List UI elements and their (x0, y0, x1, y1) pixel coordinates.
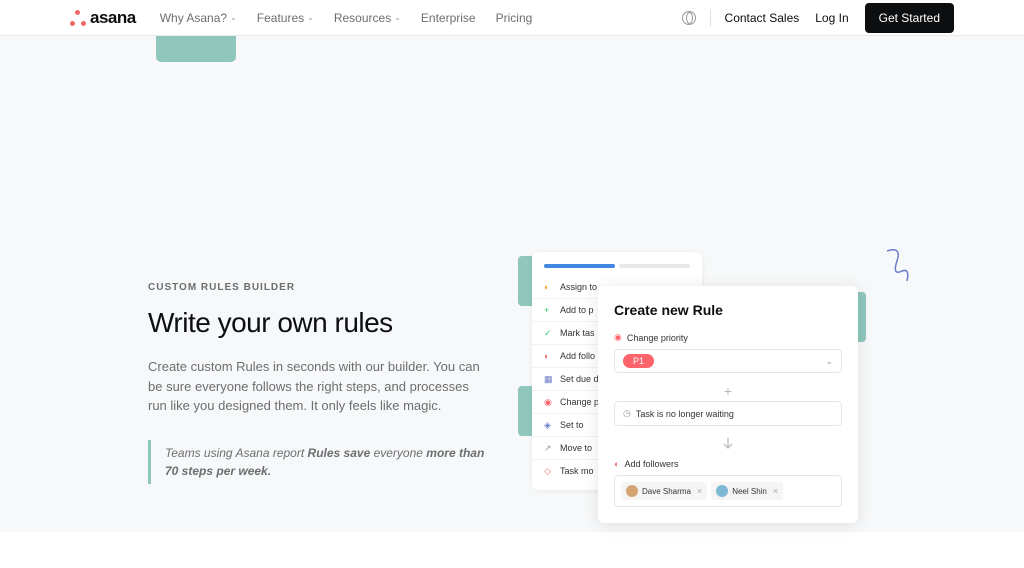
user-icon: ◐ (544, 351, 554, 361)
chevron-down-icon: ⌄ (394, 13, 401, 22)
calendar-icon: ▦ (544, 374, 554, 384)
priority-dropdown[interactable]: P1 ⌄ (614, 349, 842, 373)
condition-box[interactable]: ◷Task is no longer waiting (614, 401, 842, 426)
remove-icon[interactable]: × (773, 486, 778, 496)
eyebrow-text: CUSTOM RULES BUILDER (148, 282, 488, 293)
clock-icon: ◷ (623, 408, 631, 419)
main-nav: Why Asana?⌄ Features⌄ Resources⌄ Enterpr… (160, 11, 533, 25)
flow-arrow-icon (614, 436, 842, 455)
priority-pill: P1 (623, 354, 654, 368)
nav-pricing[interactable]: Pricing (496, 11, 533, 25)
remove-icon[interactable]: × (697, 486, 702, 496)
login-link[interactable]: Log In (815, 11, 848, 25)
rules-illustration: ◐Assign to +Add to p ✓Mark tas ◐Add foll… (522, 216, 1002, 568)
field-label: ◉Change priority (614, 332, 842, 343)
tab-active[interactable] (544, 264, 615, 268)
logo-text: asana (90, 8, 136, 28)
squiggle-icon (882, 246, 912, 286)
move-icon: ↗ (544, 443, 554, 453)
nav-features[interactable]: Features⌄ (257, 11, 314, 25)
nav-enterprise[interactable]: Enterprise (421, 11, 476, 25)
user-chip[interactable]: Neel Shin× (711, 482, 783, 500)
check-icon: ✓ (544, 328, 554, 338)
chevron-down-icon: ⌄ (307, 13, 314, 22)
panel-title: Create new Rule (614, 302, 842, 318)
get-started-button[interactable]: Get Started (865, 3, 954, 33)
nav-resources[interactable]: Resources⌄ (334, 11, 401, 25)
user-icon: ◐ (614, 459, 619, 469)
globe-icon[interactable] (682, 11, 696, 25)
testimonial-quote: Teams using Asana report Rules save ever… (148, 440, 488, 484)
chevron-down-icon: ⌄ (230, 13, 237, 22)
avatar (626, 485, 638, 497)
avatar (716, 485, 728, 497)
page-heading: Write your own rules (148, 307, 488, 339)
tag-icon: ◈ (544, 420, 554, 430)
content-block: CUSTOM RULES BUILDER Write your own rule… (148, 282, 488, 484)
logo[interactable]: asana (70, 8, 136, 28)
contact-sales-link[interactable]: Contact Sales (725, 11, 800, 25)
body-text: Create custom Rules in seconds with our … (148, 357, 488, 416)
logo-icon (70, 10, 86, 26)
comment-icon: ◇ (544, 466, 554, 476)
tab-bar (532, 260, 702, 276)
nav-why-asana[interactable]: Why Asana?⌄ (160, 11, 237, 25)
chevron-down-icon: ⌄ (825, 356, 833, 367)
user-chip[interactable]: Dave Sharma× (621, 482, 707, 500)
priority-icon: ◉ (544, 397, 554, 407)
priority-icon: ◉ (614, 332, 622, 343)
plus-icon: + (544, 305, 554, 315)
add-condition-button[interactable]: + (614, 383, 842, 399)
divider (710, 9, 711, 27)
create-rule-panel: Create new Rule ◉Change priority P1 ⌄ + … (598, 286, 858, 523)
page-body: CUSTOM RULES BUILDER Write your own rule… (0, 36, 1024, 532)
main-header: asana Why Asana?⌄ Features⌄ Resources⌄ E… (0, 0, 1024, 36)
user-icon: ◐ (544, 282, 554, 292)
field-label: ◐Add followers (614, 459, 842, 469)
tab-inactive[interactable] (619, 264, 690, 268)
followers-input[interactable]: Dave Sharma× Neel Shin× (614, 475, 842, 507)
